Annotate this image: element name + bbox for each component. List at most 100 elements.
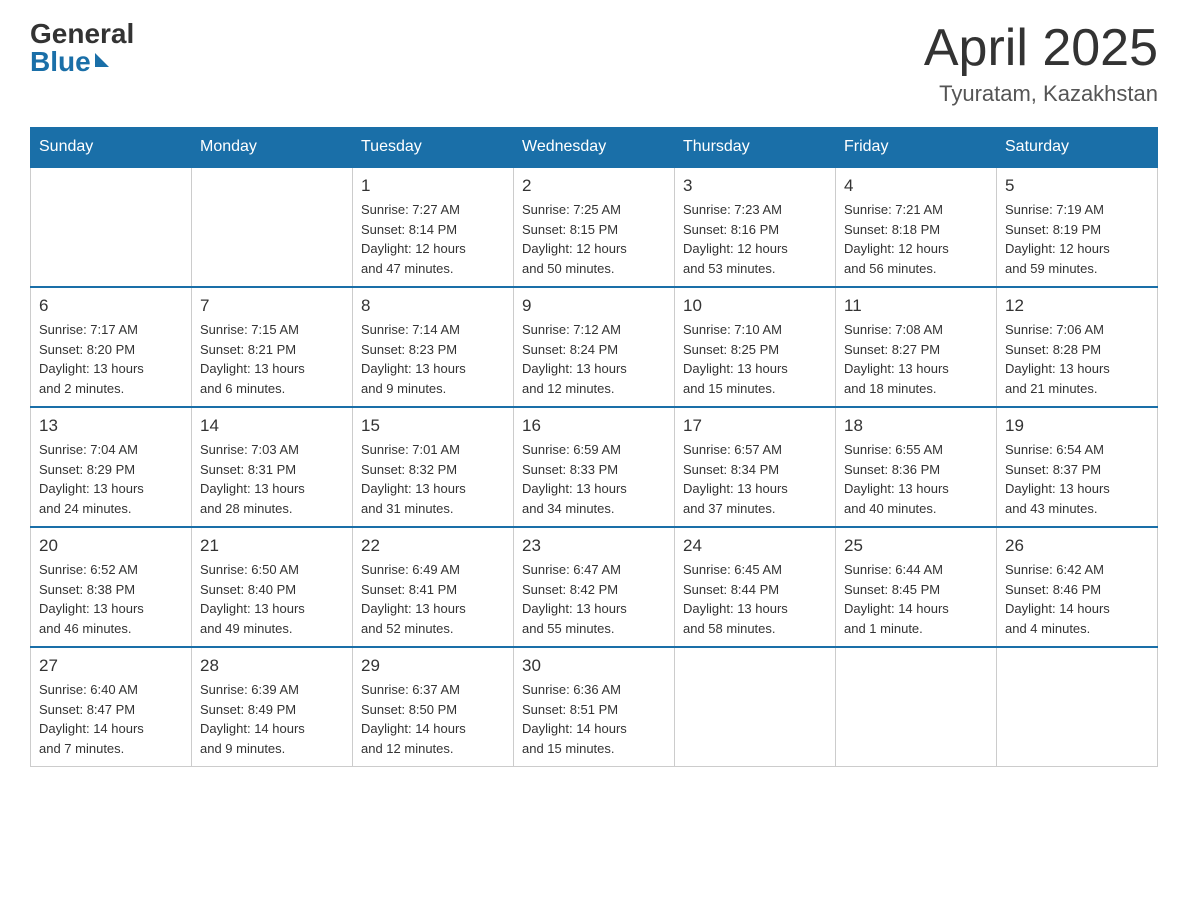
day-info: Sunrise: 7:12 AM Sunset: 8:24 PM Dayligh… (522, 320, 666, 398)
day-info: Sunrise: 6:45 AM Sunset: 8:44 PM Dayligh… (683, 560, 827, 638)
weekday-header-saturday: Saturday (997, 128, 1158, 168)
day-number: 30 (522, 656, 666, 676)
day-info: Sunrise: 7:14 AM Sunset: 8:23 PM Dayligh… (361, 320, 505, 398)
calendar-cell: 11Sunrise: 7:08 AM Sunset: 8:27 PM Dayli… (836, 287, 997, 407)
calendar-cell: 10 Sunrise: 7:10 AM Sunset: 8:25 PM Dayli… (675, 287, 836, 407)
day-number: 23 (522, 536, 666, 556)
day-info: Sunrise: 7:19 AM Sunset: 8:19 PM Dayligh… (1005, 200, 1149, 278)
day-info: Sunrise: 6:36 AM Sunset: 8:51 PM Dayligh… (522, 680, 666, 758)
weekday-header-thursday: Thursday (675, 128, 836, 168)
page-header: General Blue April 2025 Tyuratam, Kazakh… (30, 20, 1158, 107)
day-number: 7 (200, 296, 344, 316)
day-number: 10 (683, 296, 827, 316)
day-number: 29 (361, 656, 505, 676)
day-number: 28 (200, 656, 344, 676)
day-number: 22 (361, 536, 505, 556)
weekday-header-wednesday: Wednesday (514, 128, 675, 168)
logo: General Blue (30, 20, 134, 76)
day-number: 21 (200, 536, 344, 556)
calendar-cell: 12 Sunrise: 7:06 AM Sunset: 8:28 PM Dayli… (997, 287, 1158, 407)
day-info: Sunrise: 6:57 AM Sunset: 8:34 PM Dayligh… (683, 440, 827, 518)
day-info: Sunrise: 7:04 AM Sunset: 8:29 PM Dayligh… (39, 440, 183, 518)
day-number: 9 (522, 296, 666, 316)
calendar-cell: 21 Sunrise: 6:50 AM Sunset: 8:40 PM Dayli… (192, 527, 353, 647)
day-number: 13 (39, 416, 183, 436)
day-info: Sunrise: 7:06 AM Sunset: 8:28 PM Dayligh… (1005, 320, 1149, 398)
calendar-cell (192, 167, 353, 287)
calendar-cell: 28 Sunrise: 6:39 AM Sunset: 8:49 PM Dayli… (192, 647, 353, 767)
calendar-cell: 16Sunrise: 6:59 AM Sunset: 8:33 PM Dayli… (514, 407, 675, 527)
calendar-cell: 17 Sunrise: 6:57 AM Sunset: 8:34 PM Dayli… (675, 407, 836, 527)
calendar-cell: 24 Sunrise: 6:45 AM Sunset: 8:44 PM Dayli… (675, 527, 836, 647)
calendar-cell: 29 Sunrise: 6:37 AM Sunset: 8:50 PM Dayli… (353, 647, 514, 767)
day-number: 25 (844, 536, 988, 556)
logo-general: General (30, 20, 134, 48)
calendar-cell: 30 Sunrise: 6:36 AM Sunset: 8:51 PM Dayli… (514, 647, 675, 767)
day-info: Sunrise: 6:44 AM Sunset: 8:45 PM Dayligh… (844, 560, 988, 638)
logo-blue: Blue (30, 48, 91, 76)
calendar-cell: 3Sunrise: 7:23 AM Sunset: 8:16 PM Daylig… (675, 167, 836, 287)
calendar-cell: 5Sunrise: 7:19 AM Sunset: 8:19 PM Daylig… (997, 167, 1158, 287)
day-info: Sunrise: 6:52 AM Sunset: 8:38 PM Dayligh… (39, 560, 183, 638)
calendar-cell: 19Sunrise: 6:54 AM Sunset: 8:37 PM Dayli… (997, 407, 1158, 527)
day-number: 27 (39, 656, 183, 676)
calendar-cell: 13 Sunrise: 7:04 AM Sunset: 8:29 PM Dayli… (31, 407, 192, 527)
calendar-cell: 6 Sunrise: 7:17 AM Sunset: 8:20 PM Daylig… (31, 287, 192, 407)
calendar-cell: 8 Sunrise: 7:14 AM Sunset: 8:23 PM Daylig… (353, 287, 514, 407)
day-number: 24 (683, 536, 827, 556)
day-info: Sunrise: 6:59 AM Sunset: 8:33 PM Dayligh… (522, 440, 666, 518)
day-info: Sunrise: 6:49 AM Sunset: 8:41 PM Dayligh… (361, 560, 505, 638)
day-info: Sunrise: 6:40 AM Sunset: 8:47 PM Dayligh… (39, 680, 183, 758)
day-info: Sunrise: 6:54 AM Sunset: 8:37 PM Dayligh… (1005, 440, 1149, 518)
location-title: Tyuratam, Kazakhstan (924, 81, 1158, 107)
day-info: Sunrise: 7:10 AM Sunset: 8:25 PM Dayligh… (683, 320, 827, 398)
weekday-header-tuesday: Tuesday (353, 128, 514, 168)
calendar-cell: 2 Sunrise: 7:25 AM Sunset: 8:15 PM Daylig… (514, 167, 675, 287)
week-row-1: 1Sunrise: 7:27 AM Sunset: 8:14 PM Daylig… (31, 167, 1158, 287)
day-number: 18 (844, 416, 988, 436)
day-info: Sunrise: 7:03 AM Sunset: 8:31 PM Dayligh… (200, 440, 344, 518)
day-info: Sunrise: 6:47 AM Sunset: 8:42 PM Dayligh… (522, 560, 666, 638)
day-number: 15 (361, 416, 505, 436)
calendar-cell: 25 Sunrise: 6:44 AM Sunset: 8:45 PM Dayli… (836, 527, 997, 647)
day-info: Sunrise: 6:50 AM Sunset: 8:40 PM Dayligh… (200, 560, 344, 638)
calendar-cell (31, 167, 192, 287)
day-info: Sunrise: 6:39 AM Sunset: 8:49 PM Dayligh… (200, 680, 344, 758)
day-number: 8 (361, 296, 505, 316)
calendar-cell: 9 Sunrise: 7:12 AM Sunset: 8:24 PM Daylig… (514, 287, 675, 407)
day-number: 17 (683, 416, 827, 436)
week-row-4: 20 Sunrise: 6:52 AM Sunset: 8:38 PM Dayli… (31, 527, 1158, 647)
calendar-cell: 20 Sunrise: 6:52 AM Sunset: 8:38 PM Dayli… (31, 527, 192, 647)
month-title: April 2025 (924, 20, 1158, 77)
weekday-header-sunday: Sunday (31, 128, 192, 168)
weekday-header-row: SundayMondayTuesdayWednesdayThursdayFrid… (31, 128, 1158, 168)
calendar-cell (997, 647, 1158, 767)
day-info: Sunrise: 7:21 AM Sunset: 8:18 PM Dayligh… (844, 200, 988, 278)
day-info: Sunrise: 7:25 AM Sunset: 8:15 PM Dayligh… (522, 200, 666, 278)
calendar-cell: 7Sunrise: 7:15 AM Sunset: 8:21 PM Daylig… (192, 287, 353, 407)
day-number: 4 (844, 176, 988, 196)
calendar-cell: 23 Sunrise: 6:47 AM Sunset: 8:42 PM Dayli… (514, 527, 675, 647)
day-number: 2 (522, 176, 666, 196)
day-number: 26 (1005, 536, 1149, 556)
day-info: Sunrise: 6:37 AM Sunset: 8:50 PM Dayligh… (361, 680, 505, 758)
weekday-header-friday: Friday (836, 128, 997, 168)
week-row-2: 6 Sunrise: 7:17 AM Sunset: 8:20 PM Daylig… (31, 287, 1158, 407)
calendar-cell: 18Sunrise: 6:55 AM Sunset: 8:36 PM Dayli… (836, 407, 997, 527)
calendar-cell: 1Sunrise: 7:27 AM Sunset: 8:14 PM Daylig… (353, 167, 514, 287)
week-row-3: 13 Sunrise: 7:04 AM Sunset: 8:29 PM Dayli… (31, 407, 1158, 527)
calendar-cell: 4 Sunrise: 7:21 AM Sunset: 8:18 PM Daylig… (836, 167, 997, 287)
logo-blue-row: Blue (30, 48, 109, 76)
calendar-cell (836, 647, 997, 767)
day-info: Sunrise: 7:23 AM Sunset: 8:16 PM Dayligh… (683, 200, 827, 278)
day-number: 12 (1005, 296, 1149, 316)
day-info: Sunrise: 7:17 AM Sunset: 8:20 PM Dayligh… (39, 320, 183, 398)
calendar-cell: 15Sunrise: 7:01 AM Sunset: 8:32 PM Dayli… (353, 407, 514, 527)
day-number: 1 (361, 176, 505, 196)
day-info: Sunrise: 7:08 AM Sunset: 8:27 PM Dayligh… (844, 320, 988, 398)
calendar-cell: 14Sunrise: 7:03 AM Sunset: 8:31 PM Dayli… (192, 407, 353, 527)
day-number: 6 (39, 296, 183, 316)
title-block: April 2025 Tyuratam, Kazakhstan (924, 20, 1158, 107)
day-number: 20 (39, 536, 183, 556)
calendar-cell: 27 Sunrise: 6:40 AM Sunset: 8:47 PM Dayli… (31, 647, 192, 767)
